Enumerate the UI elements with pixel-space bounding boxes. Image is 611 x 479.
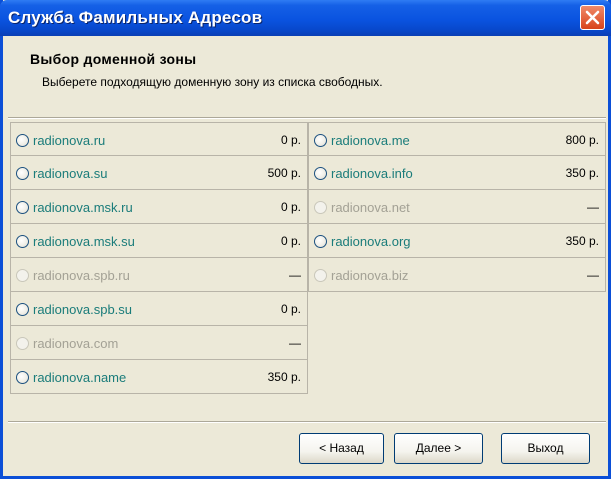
domain-name[interactable]: radionova.spb.su	[33, 302, 132, 317]
wizard-window: Служба Фамильных Адресов Выбор доменной …	[0, 0, 611, 479]
domain-price: 0 р.	[280, 200, 301, 214]
domain-name: radionova.biz	[331, 268, 409, 283]
footer-divider	[8, 421, 606, 423]
domain-option-row[interactable]: radionova.ru 0 р.	[10, 122, 308, 156]
page-title: Выбор доменной зоны	[30, 51, 197, 67]
radio-button	[314, 201, 327, 214]
domain-price: —	[587, 200, 599, 214]
domain-price: 0 р.	[280, 133, 301, 147]
domain-option-row: radionova.com —	[10, 326, 308, 360]
exit-button[interactable]: Выход	[501, 433, 590, 464]
domain-option-row[interactable]: radionova.msk.ru 0 р.	[10, 190, 308, 224]
domain-option-row[interactable]: radionova.info 350 р.	[308, 156, 606, 190]
radio-button[interactable]	[16, 167, 29, 180]
domain-list-right: radionova.me 800 р. radionova.info 350 р. ra…	[308, 122, 606, 292]
next-button[interactable]: Далее >	[394, 433, 483, 464]
domain-price: 350 р.	[565, 166, 599, 180]
radio-button[interactable]	[314, 235, 327, 248]
close-icon	[585, 10, 600, 25]
domain-name: radionova.spb.ru	[33, 268, 130, 283]
domain-option-row[interactable]: radionova.name 350 р.	[10, 360, 308, 394]
close-button[interactable]	[580, 5, 605, 30]
domain-name[interactable]: radionova.name	[33, 370, 126, 385]
domain-price: 0 р.	[280, 302, 301, 316]
radio-button[interactable]	[314, 167, 327, 180]
domain-price: 800 р.	[565, 133, 599, 147]
domain-option-row[interactable]: radionova.su 500 р.	[10, 156, 308, 190]
radio-button	[314, 269, 327, 282]
title-bar: Служба Фамильных Адресов	[0, 0, 611, 36]
domain-option-row[interactable]: radionova.me 800 р.	[308, 122, 606, 156]
radio-button[interactable]	[16, 201, 29, 214]
radio-button[interactable]	[16, 303, 29, 316]
domain-name[interactable]: radionova.me	[331, 133, 410, 148]
domain-option-row[interactable]: radionova.msk.su 0 р.	[10, 224, 308, 258]
domain-price: 350 р.	[267, 370, 301, 384]
domain-name[interactable]: radionova.msk.ru	[33, 200, 133, 215]
domain-name[interactable]: radionova.su	[33, 166, 107, 181]
domain-price: 350 р.	[565, 234, 599, 248]
domain-name[interactable]: radionova.info	[331, 166, 413, 181]
back-button[interactable]: < Назад	[299, 433, 384, 464]
header-panel: Выбор доменной зоны Выберете подходящую …	[8, 40, 605, 117]
domain-name: radionova.com	[33, 336, 119, 351]
domain-option-row[interactable]: radionova.spb.su 0 р.	[10, 292, 308, 326]
domain-name: radionova.net	[331, 200, 410, 215]
radio-button[interactable]	[16, 134, 29, 147]
domain-price: 500 р.	[267, 166, 301, 180]
radio-button	[16, 269, 29, 282]
domain-name[interactable]: radionova.org	[331, 234, 411, 249]
domain-list-left: radionova.ru 0 р. radionova.su 500 р. radion…	[10, 122, 308, 394]
domain-option-row: radionova.biz —	[308, 258, 606, 292]
radio-button[interactable]	[16, 235, 29, 248]
domain-price: —	[289, 336, 301, 350]
domain-name[interactable]: radionova.msk.su	[33, 234, 135, 249]
radio-button[interactable]	[16, 371, 29, 384]
domain-price: —	[289, 268, 301, 282]
page-subtitle: Выберете подходящую доменную зону из спи…	[42, 75, 383, 89]
window-title: Служба Фамильных Адресов	[8, 8, 263, 27]
domain-name[interactable]: radionova.ru	[33, 133, 105, 148]
domain-price: —	[587, 268, 599, 282]
radio-button	[16, 337, 29, 350]
header-divider	[8, 117, 606, 119]
domain-price: 0 р.	[280, 234, 301, 248]
radio-button[interactable]	[314, 134, 327, 147]
domain-option-row[interactable]: radionova.org 350 р.	[308, 224, 606, 258]
domain-option-row: radionova.net —	[308, 190, 606, 224]
domain-option-row: radionova.spb.ru —	[10, 258, 308, 292]
